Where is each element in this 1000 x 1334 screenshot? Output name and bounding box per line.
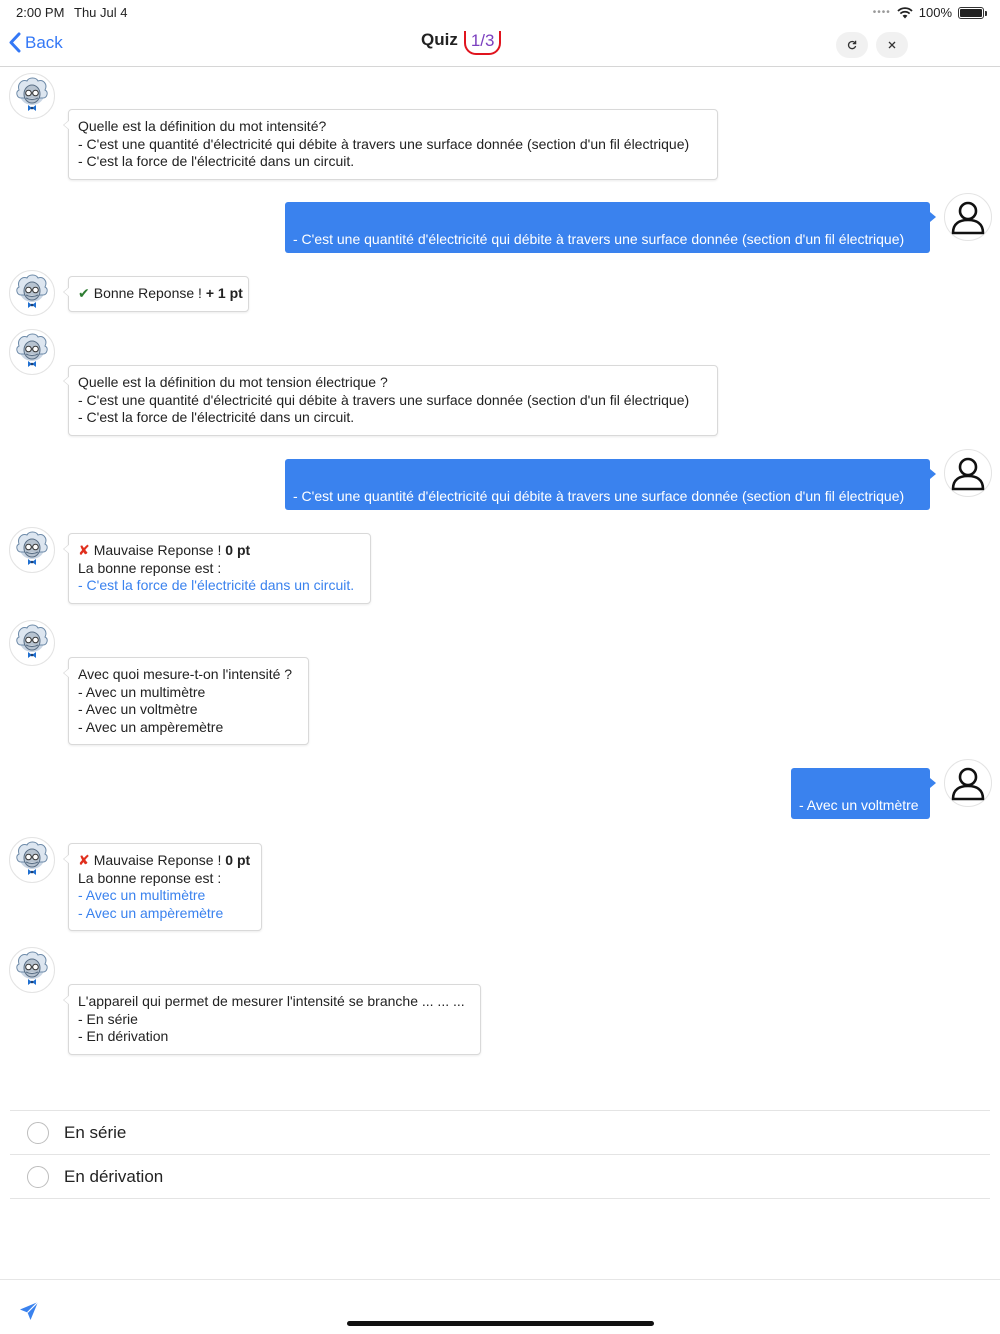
correct-answer-label: La bonne reponse est : — [78, 559, 222, 576]
send-button[interactable] — [18, 1300, 40, 1327]
answer-choice: - En dérivation — [78, 1028, 169, 1045]
refresh-button[interactable] — [836, 32, 868, 58]
user-message: - C'est une quantité d'électricité qui d… — [285, 202, 936, 253]
answer-choice: - C'est une quantité d'électricité qui d… — [78, 135, 690, 152]
answer-choice: - C'est une quantité d'électricité qui d… — [78, 391, 690, 408]
user-icon — [948, 197, 988, 237]
result-text: Bonne Reponse ! — [93, 285, 206, 301]
user-answer-text: - C'est une quantité d'électricité qui d… — [293, 231, 905, 247]
refresh-icon — [847, 40, 857, 50]
question-text: Quelle est la définition du mot tension … — [78, 374, 388, 390]
result-text: Mauvaise Reponse ! — [93, 542, 226, 558]
battery-percent: 100% — [918, 5, 952, 20]
scientist-avatar-icon — [12, 273, 52, 313]
correct-answer: - Avec un ampèremètre — [78, 904, 224, 921]
user-icon — [948, 453, 988, 493]
question-text: L'appareil qui permet de mesurer l'inten… — [78, 993, 465, 1009]
bot-message: Quelle est la définition du mot tension … — [63, 365, 718, 436]
answer-choice: - Avec un ampèremètre — [78, 718, 224, 735]
scientist-avatar-icon — [12, 950, 52, 990]
correct-answer: - C'est la force de l'électricité dans u… — [78, 577, 355, 594]
question-text: Quelle est la définition du mot intensit… — [78, 118, 327, 134]
user-message: - C'est une quantité d'électricité qui d… — [285, 459, 936, 510]
user-answer-text: - Avec un voltmètre — [799, 797, 919, 813]
bot-avatar — [9, 527, 55, 573]
result-message: ✔ Bonne Reponse ! + 1 pt — [63, 276, 249, 312]
scientist-avatar-icon — [12, 530, 52, 570]
quiz-counter: 1/3 — [463, 31, 502, 55]
option-en-derivation[interactable]: En dérivation — [10, 1155, 990, 1199]
user-avatar — [944, 449, 992, 497]
chevron-left-icon — [9, 32, 21, 53]
bot-avatar — [9, 329, 55, 375]
back-button[interactable]: Back — [8, 32, 63, 53]
answer-choice: - C'est la force de l'électricité dans u… — [78, 409, 355, 426]
user-avatar — [944, 759, 992, 807]
close-icon — [888, 41, 896, 49]
signal-icon: •••• — [872, 7, 891, 18]
points: + 1 pt — [205, 285, 243, 301]
home-indicator — [347, 1321, 654, 1326]
points: 0 pt — [225, 542, 251, 558]
points: 0 pt — [225, 852, 251, 868]
answer-options: En série En dérivation — [10, 1110, 990, 1199]
status-indicators: •••• 100% — [872, 5, 987, 20]
result-line: ✘ Mauvaise Reponse ! 0 pt — [78, 542, 361, 560]
result-message: ✘ Mauvaise Reponse ! 0 pt La bonne repons… — [63, 533, 371, 604]
user-message: - Avec un voltmètre — [791, 768, 936, 819]
back-label: Back — [25, 32, 63, 52]
status-bar: 2:00 PM Thu Jul 4 •••• 100% — [0, 0, 1000, 24]
user-answer-text: - C'est une quantité d'électricité qui d… — [293, 488, 905, 504]
scientist-avatar-icon — [12, 76, 52, 116]
answer-choice: - Avec un multimètre — [78, 683, 206, 700]
wifi-icon — [897, 6, 913, 18]
answer-choice: - C'est la force de l'électricité dans u… — [78, 153, 355, 170]
bot-avatar — [9, 620, 55, 666]
quiz-title: Quiz — [421, 30, 458, 49]
option-en-serie[interactable]: En série — [10, 1111, 990, 1155]
correct-answer: - Avec un multimètre — [78, 887, 206, 904]
option-label: En dérivation — [64, 1166, 164, 1186]
bot-avatar — [9, 947, 55, 993]
status-time: 2:00 PM — [16, 5, 65, 20]
scientist-avatar-icon — [12, 623, 52, 663]
user-icon — [948, 763, 988, 803]
result-text: Mauvaise Reponse ! — [93, 852, 226, 868]
result-line: ✔ Bonne Reponse ! + 1 pt — [78, 285, 243, 303]
send-icon — [20, 1301, 39, 1320]
cross-icon: ✘ — [78, 542, 90, 558]
radio-button[interactable] — [27, 1165, 49, 1188]
option-label: En série — [64, 1122, 127, 1142]
page-title: Quiz 1/3 — [421, 28, 502, 55]
battery-icon — [958, 6, 987, 19]
bot-avatar — [9, 837, 55, 883]
scientist-avatar-icon — [12, 840, 52, 880]
check-icon: ✔ — [78, 285, 90, 301]
cross-icon: ✘ — [78, 852, 90, 868]
bot-message: L'appareil qui permet de mesurer l'inten… — [63, 984, 481, 1055]
answer-choice: - Avec un voltmètre — [78, 701, 198, 718]
answer-choice: - En série — [78, 1010, 138, 1027]
status-date: Thu Jul 4 — [74, 5, 128, 20]
radio-button[interactable] — [27, 1121, 49, 1144]
bot-message: Quelle est la définition du mot intensit… — [63, 109, 718, 180]
bot-avatar — [9, 270, 55, 316]
correct-answer-label: La bonne reponse est : — [78, 869, 222, 886]
bot-avatar — [9, 73, 55, 119]
close-button[interactable] — [876, 32, 908, 58]
nav-bar: Back Quiz 1/3 — [0, 24, 1000, 67]
bot-message: Avec quoi mesure-t-on l'intensité ? - Av… — [63, 657, 309, 746]
user-avatar — [944, 193, 992, 241]
question-text: Avec quoi mesure-t-on l'intensité ? — [78, 666, 293, 682]
result-message: ✘ Mauvaise Reponse ! 0 pt La bonne repons… — [63, 843, 262, 932]
scientist-avatar-icon — [12, 332, 52, 372]
result-line: ✘ Mauvaise Reponse ! 0 pt — [78, 852, 252, 870]
